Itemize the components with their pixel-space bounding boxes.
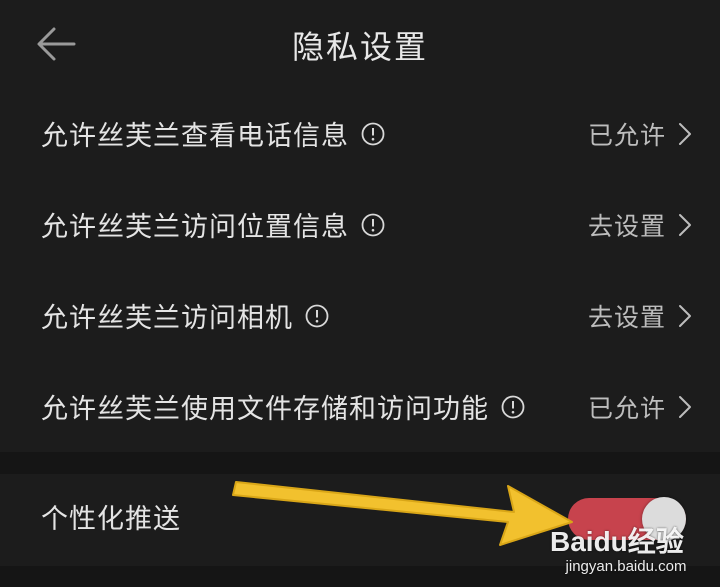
info-icon[interactable]: [361, 213, 385, 237]
personalized-push-toggle[interactable]: [568, 497, 686, 541]
chevron-right-icon: [679, 122, 691, 145]
setting-value: 已允许: [587, 393, 666, 423]
chevron-right-icon: [679, 304, 691, 327]
setting-label: 允许丝芙兰查看电话信息: [41, 121, 349, 152]
info-icon[interactable]: [305, 304, 329, 328]
info-icon[interactable]: [501, 395, 525, 419]
setting-value: 去设置: [587, 211, 666, 241]
chevron-right-icon: [679, 395, 691, 418]
personalized-push-label: 个性化推送: [41, 504, 181, 535]
setting-value: 去设置: [587, 302, 666, 332]
setting-label: 允许丝芙兰访问相机: [41, 303, 293, 334]
header-bar: 隐私设置: [0, 0, 720, 88]
setting-row-camera[interactable]: 允许丝芙兰访问相机 去设置: [0, 270, 720, 361]
toggle-knob: [642, 497, 686, 541]
setting-row-location[interactable]: 允许丝芙兰访问位置信息 去设置: [0, 179, 720, 270]
section-divider: [0, 452, 720, 474]
setting-row-phone-info[interactable]: 允许丝芙兰查看电话信息 已允许: [0, 88, 720, 179]
bottom-strip: [0, 566, 720, 587]
page-title: 隐私设置: [291, 28, 428, 66]
setting-row-file-storage[interactable]: 允许丝芙兰使用文件存储和访问功能 已允许: [0, 361, 720, 452]
permission-settings-list: 允许丝芙兰查看电话信息 已允许 允许丝芙兰访问位置信息 去设置 允许丝芙兰访问相…: [0, 88, 720, 452]
info-icon[interactable]: [361, 122, 385, 146]
setting-value: 已允许: [587, 120, 666, 150]
setting-label: 允许丝芙兰使用文件存储和访问功能: [41, 394, 489, 425]
setting-label: 允许丝芙兰访问位置信息: [41, 212, 349, 243]
chevron-right-icon: [679, 213, 691, 236]
